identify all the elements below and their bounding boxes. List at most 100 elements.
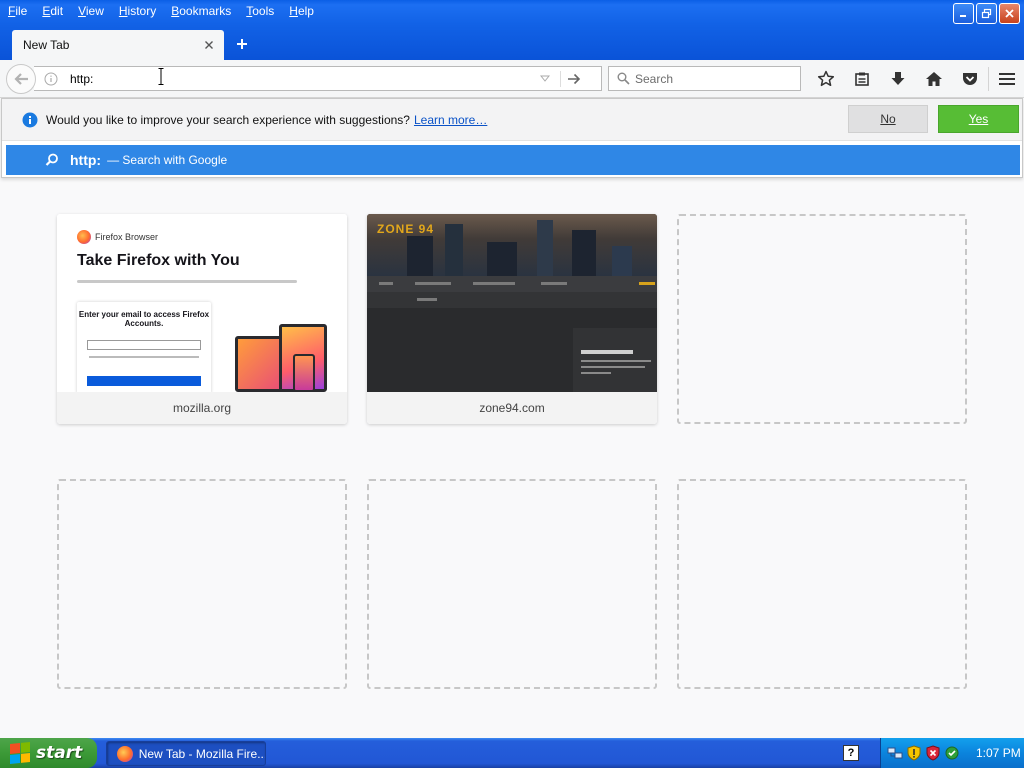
firefox-brand-label: Firefox Browser xyxy=(95,232,159,242)
tab-close-button[interactable] xyxy=(202,38,216,52)
learn-more-link[interactable]: Learn more… xyxy=(414,113,487,127)
system-tray: 1:07 PM xyxy=(880,738,1024,768)
home-button[interactable] xyxy=(916,66,952,92)
result-action: — Search with Google xyxy=(107,153,228,167)
menu-edit[interactable]: Edit xyxy=(34,0,70,22)
toolbar-buttons xyxy=(808,66,1024,92)
menu-file[interactable]: File xyxy=(0,0,34,22)
tile-label: zone94.com xyxy=(367,392,657,424)
yes-button[interactable]: Yes xyxy=(938,105,1019,133)
pocket-button[interactable] xyxy=(952,66,988,92)
go-button[interactable] xyxy=(561,68,587,90)
clock[interactable]: 1:07 PM xyxy=(976,746,1021,760)
empty-tile xyxy=(57,479,347,689)
menu-help[interactable]: Help xyxy=(281,0,321,22)
minimize-icon xyxy=(960,15,966,17)
notice-text: Would you like to improve your search ex… xyxy=(46,112,410,127)
restore-icon xyxy=(981,8,992,19)
signup-card-button xyxy=(87,376,201,386)
restore-button[interactable] xyxy=(976,3,997,24)
nav-item xyxy=(639,282,655,285)
zone94-logo: ZONE 94 xyxy=(377,222,435,236)
thumbnail-signup-card: Enter your email to access Firefox Accou… xyxy=(77,302,211,392)
url-history-dropdown[interactable] xyxy=(536,70,554,88)
search-icon xyxy=(613,69,633,89)
sidebar-heading xyxy=(581,350,633,354)
start-button[interactable]: start xyxy=(0,738,97,768)
empty-tile xyxy=(677,479,967,689)
url-input[interactable] xyxy=(70,71,530,86)
info-icon xyxy=(22,112,38,128)
firefox-logo-icon xyxy=(77,230,91,244)
url-autocomplete-popup: Would you like to improve your search ex… xyxy=(1,98,1023,178)
clipboard-icon xyxy=(855,72,869,86)
empty-tile xyxy=(367,479,657,689)
nav-item xyxy=(415,282,451,285)
bookmark-star-button[interactable] xyxy=(808,66,844,92)
windows-logo-icon xyxy=(10,741,30,765)
window-controls xyxy=(953,3,1020,24)
update-icon[interactable] xyxy=(944,745,960,761)
building-shape xyxy=(537,220,553,276)
signup-card-text xyxy=(89,356,199,358)
signup-card-field xyxy=(87,340,201,350)
star-icon xyxy=(817,70,835,87)
url-bar[interactable] xyxy=(34,66,602,91)
no-button[interactable]: No xyxy=(848,105,928,133)
top-site-tile-zone94[interactable]: ZONE 94 zone94.com xyxy=(367,214,657,424)
new-tab-button[interactable] xyxy=(232,34,252,54)
security-alert-icon[interactable] xyxy=(925,745,941,761)
building-shape xyxy=(572,230,596,276)
network-icon[interactable] xyxy=(887,745,903,761)
back-button[interactable] xyxy=(6,64,36,94)
help-icon[interactable]: ? xyxy=(843,745,859,761)
search-suggestions-notice: Would you like to improve your search ex… xyxy=(2,99,1022,141)
thumbnail-subnav xyxy=(367,292,657,308)
taskbar: start New Tab - Mozilla Fire... ? 1:07 P… xyxy=(0,738,1024,768)
home-icon xyxy=(926,72,942,86)
arrow-left-icon xyxy=(14,73,28,85)
nav-item xyxy=(417,298,437,301)
taskbar-item-label: New Tab - Mozilla Fire... xyxy=(138,746,265,761)
search-input[interactable] xyxy=(635,71,795,86)
thumbnail-hero: ZONE 94 xyxy=(367,214,657,276)
menu-tools[interactable]: Tools xyxy=(238,0,281,22)
tile-label: mozilla.org xyxy=(57,392,347,424)
building-shape xyxy=(445,224,463,276)
download-icon xyxy=(891,72,905,85)
thumbnail-nav xyxy=(367,276,657,292)
site-info-icon[interactable] xyxy=(42,70,60,88)
window-titlebar: File Edit View History Bookmarks Tools H… xyxy=(0,0,1024,60)
nav-item xyxy=(379,282,393,285)
sidebar-line xyxy=(581,372,611,374)
navigation-toolbar xyxy=(0,60,1024,98)
menu-bar: File Edit View History Bookmarks Tools H… xyxy=(0,0,321,22)
firefox-icon xyxy=(117,745,133,762)
downloads-button[interactable] xyxy=(880,66,916,92)
close-icon xyxy=(205,41,213,49)
menu-bookmarks[interactable]: Bookmarks xyxy=(163,0,238,22)
menu-view[interactable]: View xyxy=(70,0,111,22)
menu-history[interactable]: History xyxy=(111,0,163,22)
tab-new-tab[interactable]: New Tab xyxy=(12,30,224,60)
sidebar-line xyxy=(581,360,651,362)
security-shield-icon[interactable] xyxy=(906,745,922,761)
minimize-button[interactable] xyxy=(953,3,974,24)
hamburger-menu-icon xyxy=(999,73,1015,85)
search-icon xyxy=(44,152,60,168)
pocket-icon xyxy=(963,73,977,85)
taskbar-item-firefox[interactable]: New Tab - Mozilla Fire... xyxy=(106,741,266,766)
top-site-tile-mozilla[interactable]: Firefox Browser Take Firefox with You En… xyxy=(57,214,347,424)
arrow-right-icon xyxy=(568,73,581,84)
tile-thumbnail: Firefox Browser Take Firefox with You En… xyxy=(57,214,347,392)
bookmarks-menu-button[interactable] xyxy=(844,66,880,92)
search-with-google-result[interactable]: http: — Search with Google xyxy=(6,145,1020,175)
building-shape xyxy=(487,242,517,276)
open-menu-button[interactable] xyxy=(989,66,1024,92)
result-url: http: xyxy=(70,152,102,168)
thumbnail-subline xyxy=(77,280,297,283)
search-bar[interactable] xyxy=(608,66,801,91)
close-icon xyxy=(1005,9,1014,18)
text-cursor-icon xyxy=(158,68,164,85)
close-window-button[interactable] xyxy=(999,3,1020,24)
